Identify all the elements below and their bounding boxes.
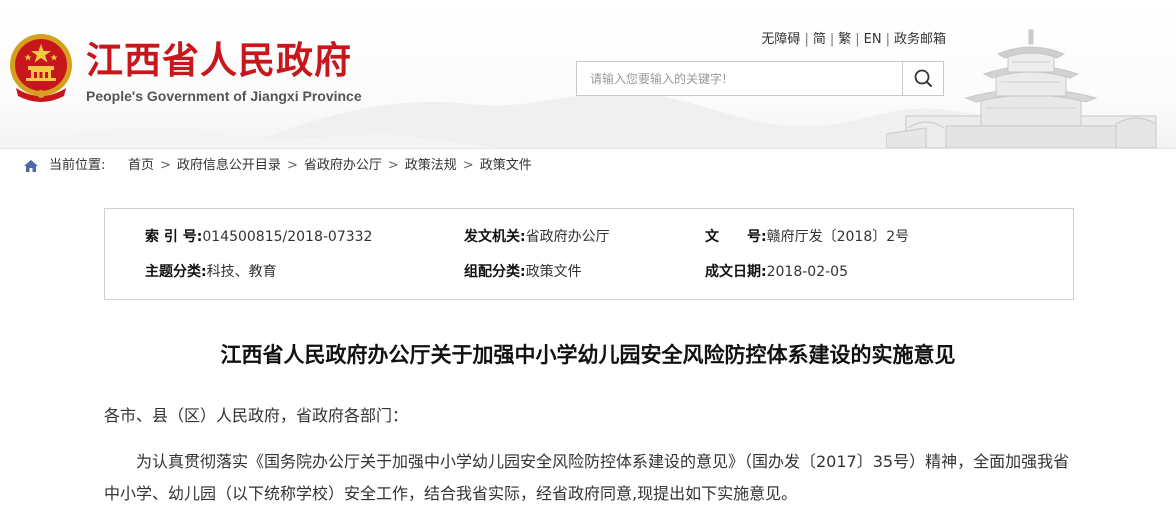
breadcrumb-general-office[interactable]: 省政府办公厅 bbox=[304, 158, 382, 173]
meta-category-value: 政策文件 bbox=[525, 264, 582, 280]
english-link[interactable]: EN bbox=[864, 32, 882, 47]
site-header: 江西省人民政府 People's Government of Jiangxi P… bbox=[0, 0, 1176, 148]
breadcrumb-policies-regulations[interactable]: 政策法规 bbox=[405, 158, 457, 173]
chevron-right-icon: > bbox=[387, 158, 399, 173]
meta-index-number-label: 索 引 号: bbox=[145, 229, 203, 245]
meta-topic-value: 科技、教育 bbox=[206, 264, 277, 280]
accessibility-link[interactable]: 无障碍 bbox=[761, 32, 800, 47]
breadcrumb-home[interactable]: 首页 bbox=[128, 158, 154, 173]
chevron-right-icon: > bbox=[286, 158, 298, 173]
traditional-chinese-link[interactable]: 繁 bbox=[838, 32, 851, 47]
simplified-chinese-link[interactable]: 简 bbox=[813, 32, 826, 47]
tengwang-pavilion-illustration bbox=[886, 29, 1157, 148]
breadcrumb: 当前位置: 首页 > 政府信息公开目录 > 省政府办公厅 > 政策法规 > 政策文件 bbox=[0, 148, 1176, 184]
meta-index-number-value: 014500815/2018-07332 bbox=[202, 229, 373, 245]
meta-doc-number-label: 文 号: bbox=[705, 229, 767, 245]
breadcrumb-label: 当前位置: bbox=[49, 158, 106, 173]
link-separator: | bbox=[855, 32, 860, 47]
meta-date-value: 2018-02-05 bbox=[766, 264, 848, 280]
link-separator: | bbox=[804, 32, 809, 47]
chevron-right-icon: > bbox=[160, 158, 171, 173]
document-salutation: 各市、县（区）人民政府，省政府各部门： bbox=[104, 406, 409, 425]
meta-doc-number: 文 号:赣府厅发〔2018〕2号 bbox=[705, 227, 909, 247]
paragraph-line: 中小学、幼儿园（以下统称学校）安全工作，结合我省实际，经省政府同意,现提出如下实… bbox=[104, 484, 798, 503]
meta-date-label: 成文日期: bbox=[705, 264, 767, 280]
document-title: 江西省人民政府办公厅关于加强中小学幼儿园安全风险防控体系建设的实施意见 bbox=[220, 343, 956, 367]
meta-date: 成文日期:2018-02-05 bbox=[705, 262, 848, 282]
meta-issuer-label: 发文机关: bbox=[464, 229, 526, 245]
national-emblem-icon bbox=[10, 34, 72, 102]
meta-category-label: 组配分类: bbox=[464, 264, 526, 280]
meta-topic: 主题分类:科技、教育 bbox=[145, 262, 277, 282]
meta-issuer-value: 省政府办公厅 bbox=[525, 229, 610, 245]
meta-index-number: 索 引 号:014500815/2018-07332 bbox=[145, 227, 372, 247]
meta-doc-number-value: 赣府厅发〔2018〕2号 bbox=[766, 229, 910, 245]
search-input[interactable] bbox=[577, 62, 903, 95]
link-separator: | bbox=[829, 32, 835, 47]
meta-category: 组配分类:政策文件 bbox=[464, 262, 582, 282]
breadcrumb-trail: 首页 > 政府信息公开目录 > 省政府办公厅 > 政策法规 > 政策文件 bbox=[128, 149, 532, 183]
document-paragraph: 为认真贯彻落实《国务院办公厅关于加强中小学幼儿园安全风险防控体系建设的意见》（国… bbox=[104, 446, 1084, 510]
home-icon bbox=[24, 160, 38, 172]
document-metadata-box: 索 引 号:014500815/2018-07332 发文机关:省政府办公厅 文… bbox=[104, 208, 1074, 300]
site-title[interactable]: 江西省人民政府 bbox=[86, 36, 352, 84]
meta-topic-label: 主题分类: bbox=[145, 264, 207, 280]
site-subtitle: People's Government of Jiangxi Province bbox=[86, 88, 362, 104]
chevron-right-icon: > bbox=[462, 158, 474, 173]
breadcrumb-gov-info-catalog[interactable]: 政府信息公开目录 bbox=[177, 158, 281, 173]
breadcrumb-policy-documents[interactable]: 政策文件 bbox=[480, 158, 532, 173]
paragraph-line: 为认真贯彻落实《国务院办公厅关于加强中小学幼儿园安全风险防控体系建设的意见》（国… bbox=[136, 452, 1070, 471]
meta-issuer: 发文机关:省政府办公厅 bbox=[464, 227, 610, 247]
